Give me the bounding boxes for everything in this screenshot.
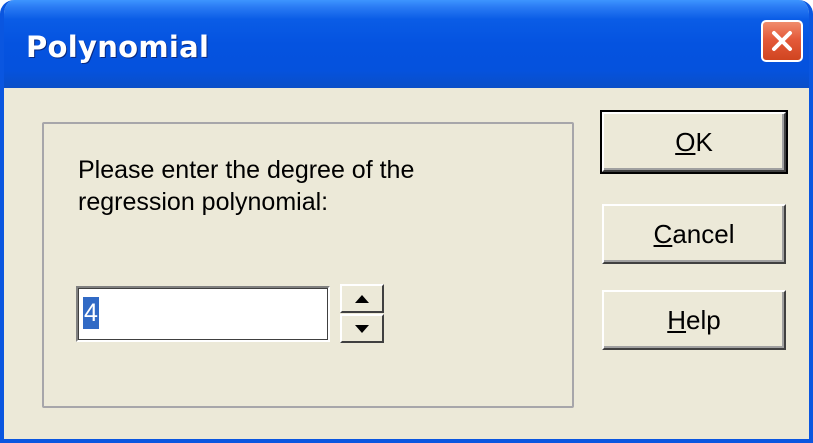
ok-mnemonic: O	[675, 126, 696, 157]
degree-input[interactable]: 4	[76, 286, 330, 342]
spin-up-button[interactable]	[340, 284, 384, 313]
degree-groupbox: Please enter the degree of the regressio…	[42, 122, 574, 408]
spin-down-button[interactable]	[340, 314, 384, 343]
prompt-line-1: Please enter the degree of the	[78, 156, 415, 184]
help-button[interactable]: Help	[602, 290, 786, 350]
degree-value: 4	[83, 297, 99, 329]
prompt-line-2: regression polynomial:	[78, 188, 329, 216]
polynomial-dialog: Polynomial Please enter the degree of th…	[0, 0, 813, 443]
ok-button[interactable]: OK	[600, 110, 788, 174]
spin-down-icon	[355, 324, 369, 333]
degree-prompt: Please enter the degree of the regressio…	[78, 154, 498, 218]
degree-spinner	[340, 284, 384, 344]
title-bar[interactable]: Polynomial	[4, 0, 809, 88]
dialog-body: Please enter the degree of the regressio…	[4, 88, 809, 439]
spin-up-icon	[355, 294, 369, 303]
close-button[interactable]	[761, 20, 803, 62]
help-mnemonic: H	[667, 304, 687, 335]
ok-label-rest: K	[695, 126, 713, 157]
window-title: Polynomial	[26, 30, 210, 64]
cancel-label-rest: ancel	[672, 218, 735, 249]
cancel-button[interactable]: Cancel	[602, 204, 786, 264]
help-label-rest: elp	[686, 304, 721, 335]
cancel-mnemonic: C	[653, 218, 673, 249]
close-x-icon	[772, 31, 792, 51]
